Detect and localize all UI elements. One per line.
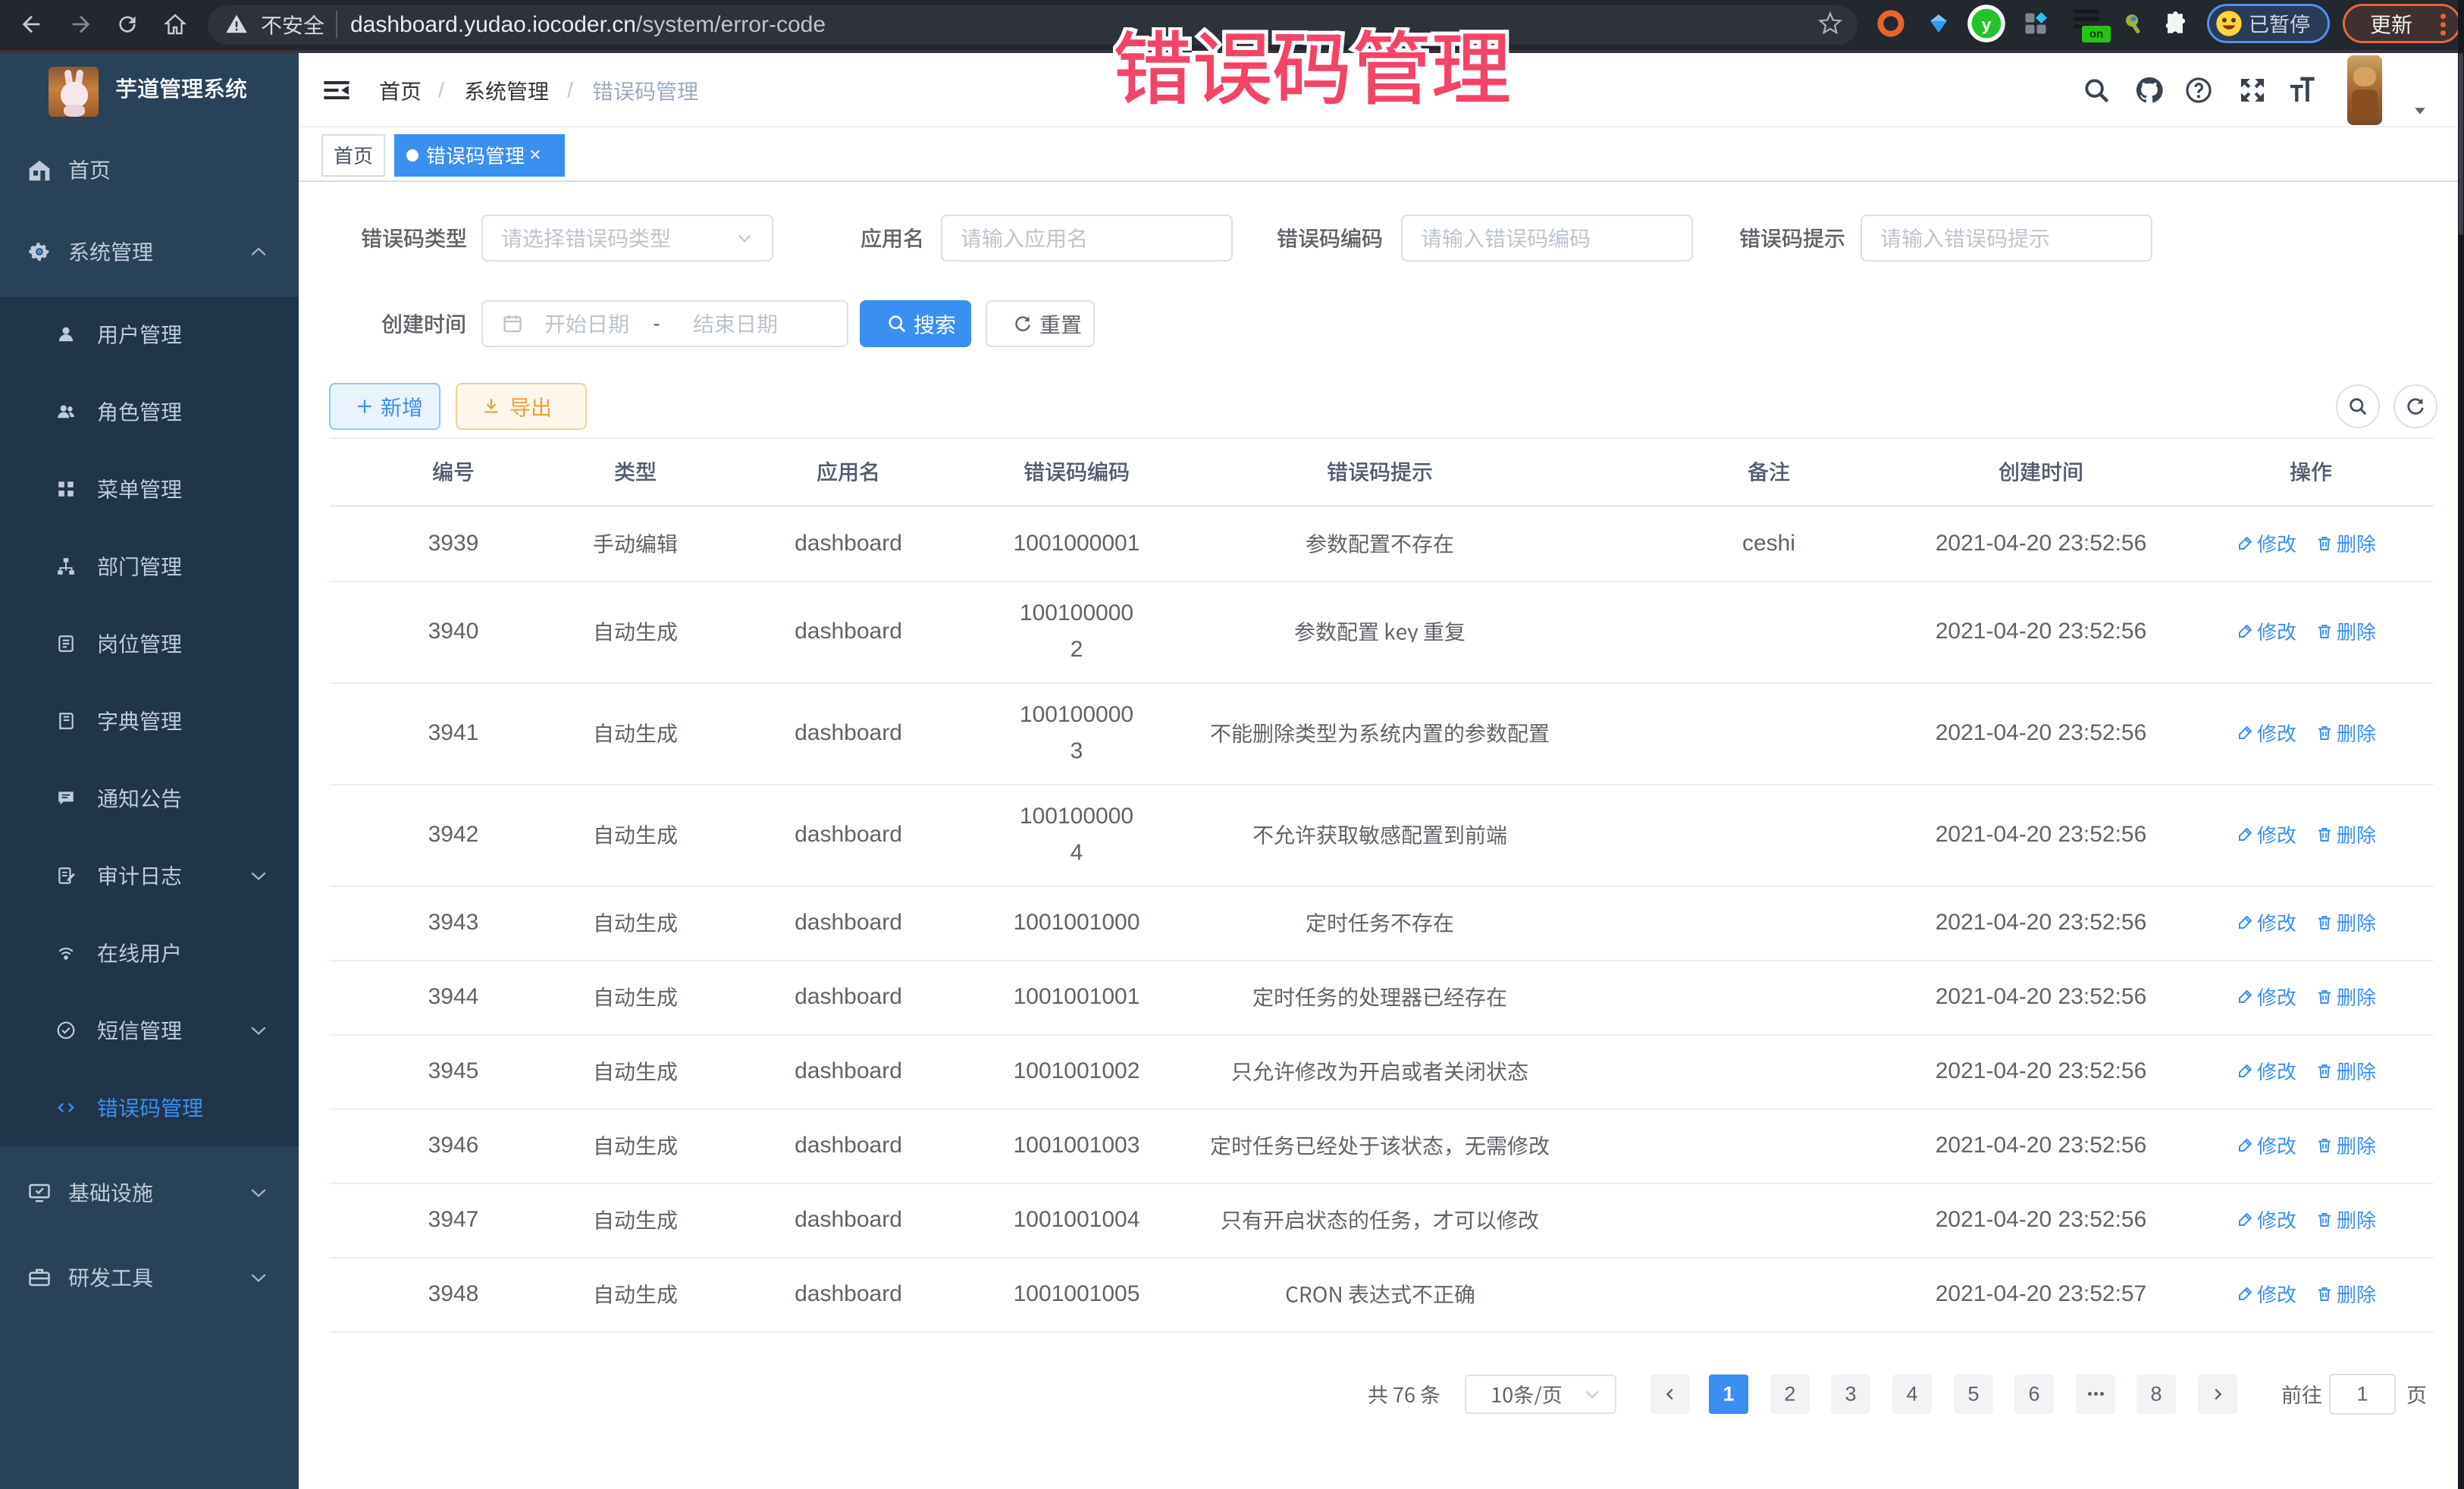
svg-text:y: y [1982, 15, 1992, 34]
